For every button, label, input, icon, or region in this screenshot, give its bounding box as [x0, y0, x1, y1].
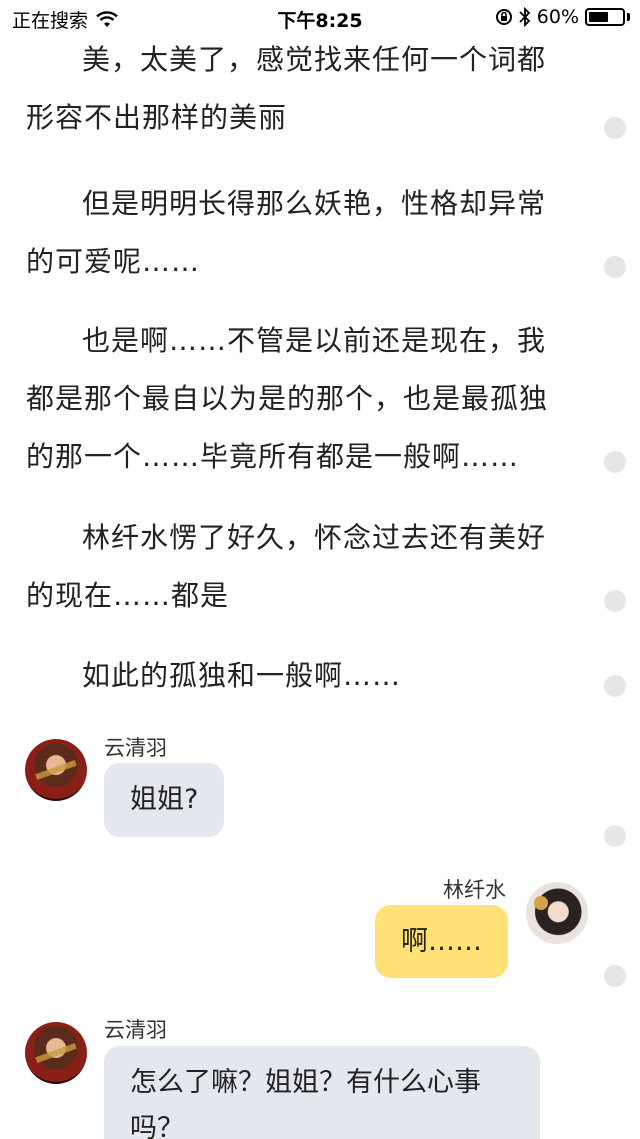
paragraph-1: 美，太美了，感觉找来任何一个词都形容不出那样的美丽: [26, 43, 547, 134]
paragraph-5: 如此的孤独和一般啊……: [82, 659, 402, 692]
avatar-decoration: [35, 759, 77, 781]
sender-name: 林纤水: [443, 878, 506, 902]
avatar[interactable]: [25, 739, 87, 801]
avatar[interactable]: [526, 882, 588, 944]
comment-dot[interactable]: [604, 675, 626, 697]
paragraph-2: 但是明明长得那么妖艳，性格却异常的可爱呢……: [26, 187, 547, 278]
comment-dot[interactable]: [604, 256, 626, 278]
sender-name: 云清羽: [104, 736, 167, 760]
sender-name: 云清羽: [104, 1018, 167, 1042]
paragraph-3: 也是啊……不管是以前还是现在，我都是那个最自以为是的那个，也是最孤独的那一个………: [26, 324, 549, 473]
message-bubble[interactable]: 啊……: [375, 905, 508, 978]
message-bubble[interactable]: 怎么了嘛？姐姐？有什么心事吗？: [104, 1046, 540, 1139]
comment-dot[interactable]: [604, 825, 626, 847]
comment-dot[interactable]: [604, 590, 626, 612]
battery-percent: 60%: [536, 6, 579, 28]
battery-fill: [589, 12, 608, 22]
status-right: 60%: [495, 6, 630, 28]
message-bubble[interactable]: 姐姐?: [104, 763, 225, 837]
rotation-lock-icon: [495, 9, 512, 25]
comment-dot[interactable]: [604, 451, 626, 473]
avatar-decoration: [534, 896, 548, 910]
avatar[interactable]: [25, 1022, 87, 1084]
avatar-decoration: [35, 1042, 77, 1064]
comment-dot[interactable]: [604, 117, 626, 139]
bluetooth-icon: [519, 7, 531, 27]
battery-tip: [627, 13, 630, 21]
comment-dot[interactable]: [604, 965, 626, 987]
status-bar: 正在搜索 下午8:25 60%: [0, 0, 640, 34]
battery-icon: [585, 8, 625, 26]
paragraph-4: 林纤水愣了好久，怀念过去还有美好的现在……都是: [26, 521, 547, 612]
